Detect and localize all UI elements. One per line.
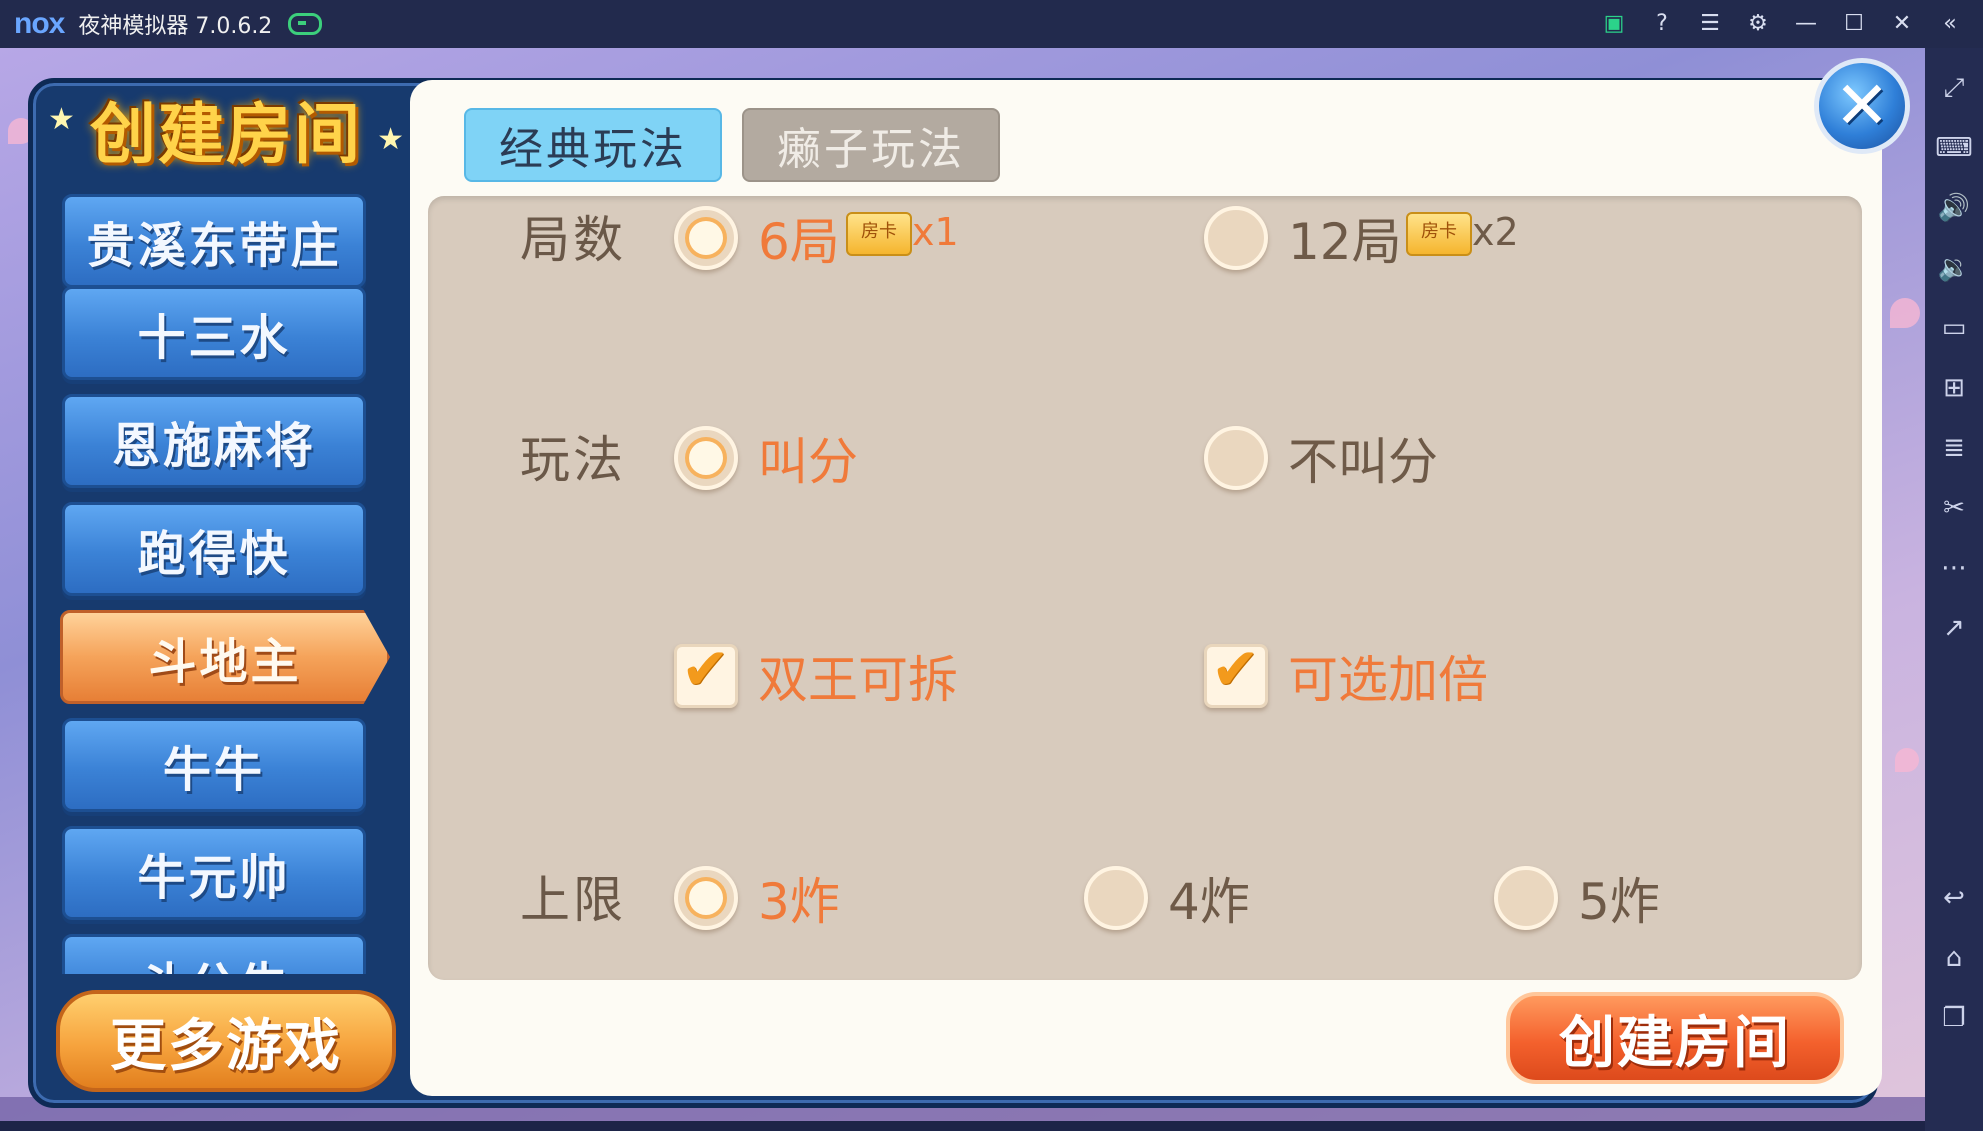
share-icon[interactable]: ↗ [1934,608,1974,648]
add-apk-icon[interactable]: ⊞ [1934,368,1974,408]
close-icon[interactable]: ✕ [1889,11,1915,37]
game-item-shisanshui[interactable]: 十三水 [62,286,366,380]
create-room-button[interactable]: 创建房间 [1506,992,1844,1084]
game-item-label: 恩施麻将 [111,418,316,474]
star-icon: ★ [48,102,75,137]
back-icon[interactable]: ↩ [1934,878,1974,918]
option-limit-4[interactable]: 4炸 [1168,862,1250,934]
screen-icon[interactable]: ▭ [1934,308,1974,348]
mode-label: 玩法 [520,431,626,489]
game-list: 贵溪东带庄 十三水 恩施麻将 跑得快 斗地主 牛牛 牛元帅 斗公牛 [60,194,400,974]
gamepad-icon[interactable] [288,13,323,35]
star-icon: ★ [377,122,404,157]
fullscreen-icon[interactable]: ⤢ [1934,68,1974,108]
game-item-label: 斗公牛 [137,946,290,974]
option-limit-3[interactable]: 3炸 [758,862,840,934]
petal-decoration [1890,298,1920,328]
option-optional-double[interactable]: 可选加倍 [1288,640,1488,712]
keyboard-icon[interactable]: ⌨ [1934,128,1974,168]
tab-label: 癞子玩法 [777,124,965,175]
radio-mode-jiaofen[interactable] [674,426,738,490]
game-item-label: 牛元帅 [137,850,291,906]
option-split-jokers[interactable]: 双王可拆 [758,640,958,712]
game-item-paodekuai[interactable]: 跑得快 [62,502,366,596]
room-card-icon: 房卡 [846,212,912,256]
option-rounds-6[interactable]: 6局 [758,202,840,274]
nox-logo: nox [14,7,65,40]
game-item-niuniu[interactable]: 牛牛 [62,718,366,812]
dialog-title: 创建房间 [90,96,362,173]
recent-apps-icon[interactable]: ❐ [1934,998,1974,1038]
radio-rounds-6[interactable] [674,206,738,270]
radio-rounds-12[interactable] [1204,206,1268,270]
tab-label: 经典玩法 [499,124,687,175]
card-multiplier: x1 [912,210,959,254]
create-room-label: 创建房间 [1559,1010,1791,1076]
close-x-icon: ✕ [1834,67,1890,144]
game-item-label: 牛牛 [162,742,265,798]
game-item-doudizhu[interactable]: 斗地主 [60,610,390,704]
emulator-titlebar: nox 夜神模拟器 7.0.6.2 ▣ ? ☰ ⚙ — ☐ ✕ « [0,0,1983,48]
help-icon[interactable]: ? [1649,11,1675,37]
checkbox-split-jokers[interactable]: ✔ [674,635,738,708]
option-mode-jiaofen[interactable]: 叫分 [758,422,858,494]
emulator-title: 夜神模拟器 7.0.6.2 [78,14,273,39]
dialog-header: ★ 创建房间 ★ [46,82,406,176]
game-item-label: 十三水 [137,310,291,366]
radio-limit-5[interactable] [1494,866,1558,930]
minimize-icon[interactable]: — [1793,11,1819,37]
home-icon[interactable]: ⌂ [1934,938,1974,978]
option-rounds-12[interactable]: 12局 [1288,202,1402,274]
store-icon[interactable]: ▣ [1601,11,1627,37]
radio-mode-bujiaofen[interactable] [1204,426,1268,490]
petal-decoration [1895,748,1919,772]
check-icon: ✔ [1211,635,1260,703]
menu-icon[interactable]: ☰ [1697,11,1723,37]
game-item-niuyuanshuai[interactable]: 牛元帅 [62,826,366,920]
room-card-icon: 房卡 [1406,212,1472,256]
game-item-label: 斗地主 [148,634,302,690]
collapse-icon[interactable]: « [1937,11,1963,37]
more-games-label: 更多游戏 [110,1013,342,1079]
more-games-button[interactable]: 更多游戏 [56,990,396,1092]
game-screen: ★ 创建房间 ★ 贵溪东带庄 十三水 恩施麻将 跑得快 斗地主 牛牛 牛元帅 斗… [0,48,1925,1121]
option-limit-5[interactable]: 5炸 [1578,862,1660,934]
dialog-close-button[interactable]: ✕ [1814,58,1910,154]
radio-limit-3[interactable] [674,866,738,930]
checkbox-optional-double[interactable]: ✔ [1204,635,1268,708]
radio-limit-4[interactable] [1084,866,1148,930]
card-multiplier: x2 [1472,210,1519,254]
game-item-dougongniu[interactable]: 斗公牛 [62,934,366,974]
scissors-icon[interactable]: ✂ [1934,488,1974,528]
game-item-label: 跑得快 [137,526,291,582]
option-mode-bujiaofen[interactable]: 不叫分 [1288,422,1438,494]
titlebar-tools: ▣ ? ☰ ⚙ — ☐ ✕ « [1601,0,1963,48]
game-item-enshi-mahjong[interactable]: 恩施麻将 [62,394,366,488]
tab-classic[interactable]: 经典玩法 [464,108,722,182]
emulator-side-toolbar: ⤢ ⌨ 🔊 🔉 ▭ ⊞ ≣ ✂ ⋯ ↗ ↩ ⌂ ❐ [1925,48,1983,1131]
limit-label: 上限 [520,871,626,929]
settings-icon[interactable]: ⚙ [1745,11,1771,37]
check-icon: ✔ [681,635,730,703]
options-panel: 局数 6局 房卡 x1 12局 房卡 x2 玩法 叫分 不叫分 ✔ 双王可拆 ✔… [428,196,1862,980]
rounds-label: 局数 [520,211,626,269]
volume-up-icon[interactable]: 🔊 [1934,188,1974,228]
maximize-icon[interactable]: ☐ [1841,11,1867,37]
tab-laizi[interactable]: 癞子玩法 [742,108,1000,182]
more-icon[interactable]: ⋯ [1934,548,1974,588]
game-item-guixi[interactable]: 贵溪东带庄 [62,194,366,288]
volume-down-icon[interactable]: 🔉 [1934,248,1974,288]
game-item-label: 贵溪东带庄 [86,218,342,274]
multi-instance-icon[interactable]: ≣ [1934,428,1974,468]
